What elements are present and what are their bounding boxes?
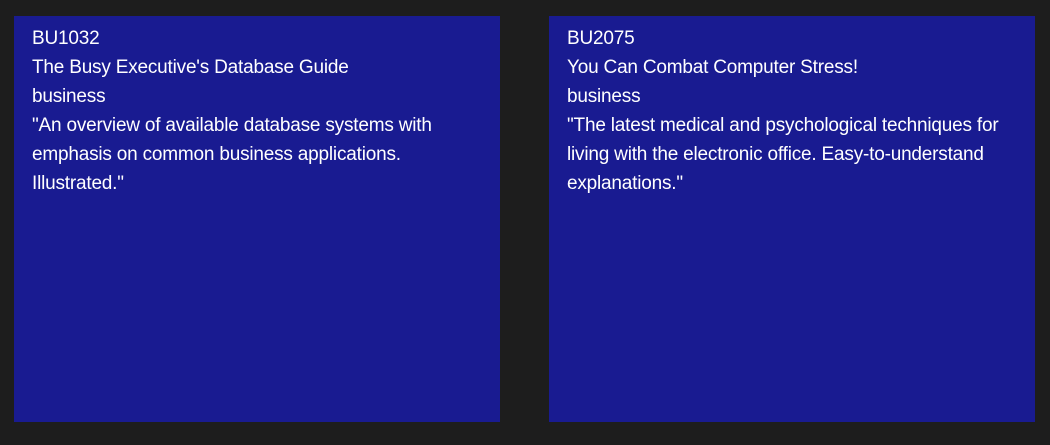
book-tile-bu1032[interactable]: BU1032 The Busy Executive's Database Gui…	[14, 16, 500, 422]
tile-notes: "An overview of available database syste…	[32, 115, 432, 194]
tile-type: business	[32, 86, 106, 107]
book-tile-bu2075[interactable]: BU2075 You Can Combat Computer Stress! b…	[549, 16, 1035, 422]
tile-notes: "The latest medical and psychological te…	[567, 115, 999, 194]
tile-id: BU2075	[567, 28, 635, 49]
tile-title: You Can Combat Computer Stress!	[567, 57, 858, 78]
tile-id: BU1032	[32, 28, 100, 49]
tile-title: The Busy Executive's Database Guide	[32, 57, 349, 78]
tile-type: business	[567, 86, 641, 107]
tile-grid: BU1032 The Busy Executive's Database Gui…	[0, 0, 1050, 445]
